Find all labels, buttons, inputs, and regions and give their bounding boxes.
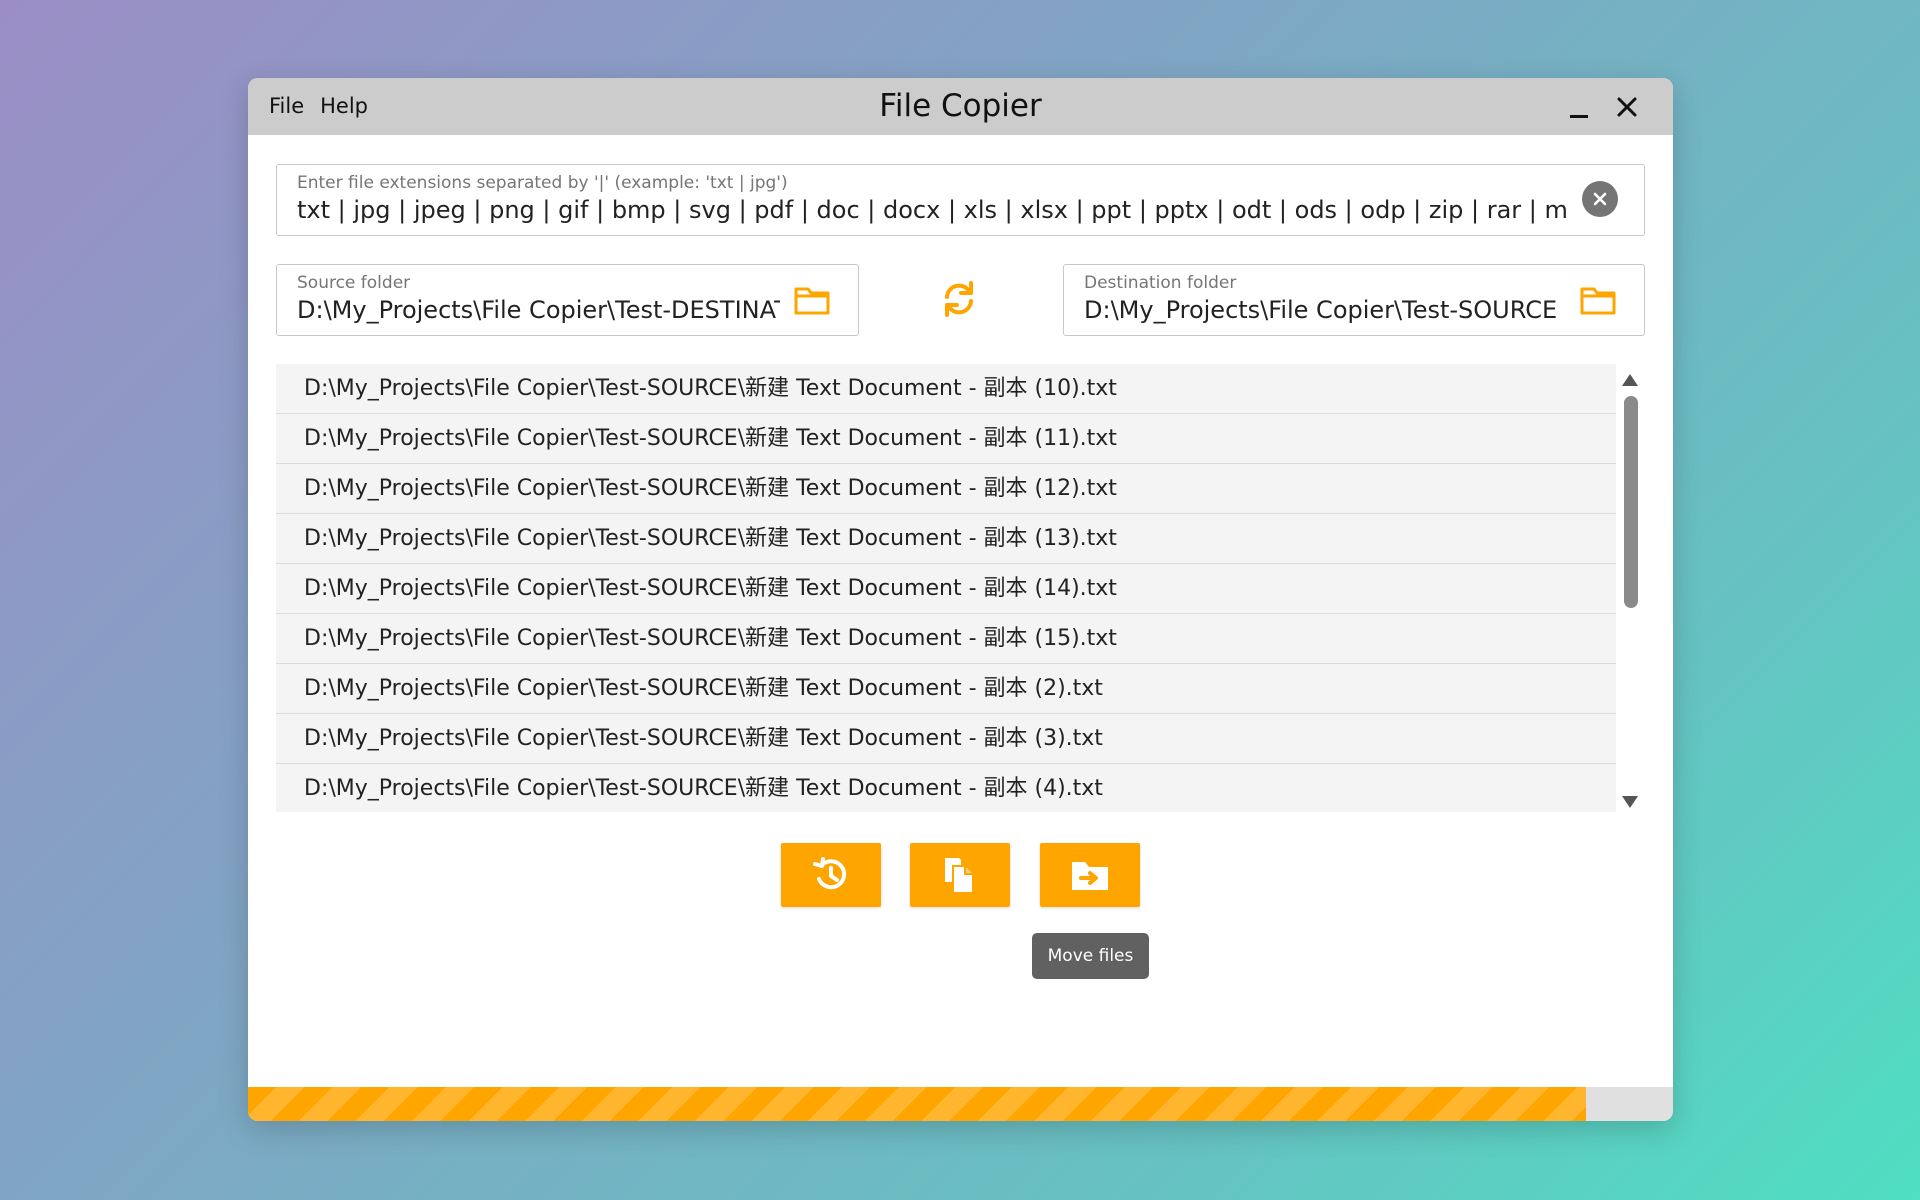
folder-icon (1580, 287, 1616, 315)
list-item[interactable]: D:\My_Projects\File Copier\Test-SOURCE\新… (276, 364, 1616, 414)
list-item[interactable]: D:\My_Projects\File Copier\Test-SOURCE\新… (276, 514, 1616, 564)
source-folder-field[interactable]: Source folder D:\My_Projects\File Copier… (276, 264, 859, 336)
file-list-scrollbar[interactable] (1616, 364, 1643, 812)
list-item[interactable]: D:\My_Projects\File Copier\Test-SOURCE\新… (276, 664, 1616, 714)
destination-folder-input[interactable]: D:\My_Projects\File Copier\Test-SOURCE (1084, 296, 1564, 324)
window-title: File Copier (879, 88, 1042, 124)
extensions-label: Enter file extensions separated by '|' (… (297, 173, 788, 193)
list-item[interactable]: D:\My_Projects\File Copier\Test-SOURCE\新… (276, 464, 1616, 514)
app-window: File Help File Copier Enter file extensi… (248, 78, 1673, 1121)
copy-files-button[interactable] (910, 843, 1010, 907)
swap-icon (945, 281, 973, 317)
scroll-up-arrow-icon[interactable] (1622, 374, 1638, 386)
destination-folder-field[interactable]: Destination folder D:\My_Projects\File C… (1063, 264, 1645, 336)
list-item[interactable]: D:\My_Projects\File Copier\Test-SOURCE\新… (276, 714, 1616, 764)
source-browse-button[interactable] (794, 285, 830, 315)
restore-icon (813, 857, 847, 890)
file-list[interactable]: D:\My_Projects\File Copier\Test-SOURCE\新… (276, 364, 1616, 812)
list-item[interactable]: D:\My_Projects\File Copier\Test-SOURCE\新… (276, 564, 1616, 614)
title-bar: File Help File Copier (248, 78, 1673, 135)
close-icon (1617, 97, 1637, 117)
move-icon (1072, 862, 1108, 890)
progress-bar (248, 1087, 1673, 1121)
destination-browse-button[interactable] (1580, 285, 1616, 315)
clear-extensions-button[interactable] (1582, 181, 1618, 217)
swap-folders-button[interactable] (938, 278, 980, 320)
close-button[interactable] (1608, 88, 1646, 126)
list-item[interactable]: D:\My_Projects\File Copier\Test-SOURCE\新… (276, 614, 1616, 664)
move-files-tooltip: Move files (1032, 933, 1149, 979)
source-folder-input[interactable]: D:\My_Projects\File Copier\Test-DESTINAT… (297, 296, 780, 324)
extensions-input[interactable]: txt | jpg | jpeg | png | gif | bmp | svg… (297, 196, 1567, 224)
list-item[interactable]: D:\My_Projects\File Copier\Test-SOURCE\新… (276, 414, 1616, 464)
move-files-button[interactable] (1040, 843, 1140, 907)
extensions-field[interactable]: Enter file extensions separated by '|' (… (276, 164, 1645, 236)
copy-icon (945, 858, 974, 894)
folder-icon (794, 287, 830, 315)
destination-folder-label: Destination folder (1084, 273, 1237, 293)
clear-icon (1593, 192, 1607, 206)
minimize-icon (1570, 114, 1588, 118)
progress-bar-fill (248, 1087, 1587, 1121)
minimize-button[interactable] (1560, 88, 1598, 126)
list-item[interactable]: D:\My_Projects\File Copier\Test-SOURCE\新… (276, 764, 1616, 812)
restore-button[interactable] (781, 843, 881, 907)
scroll-down-arrow-icon[interactable] (1622, 796, 1638, 808)
scrollbar-thumb[interactable] (1624, 396, 1638, 608)
source-folder-label: Source folder (297, 273, 411, 293)
